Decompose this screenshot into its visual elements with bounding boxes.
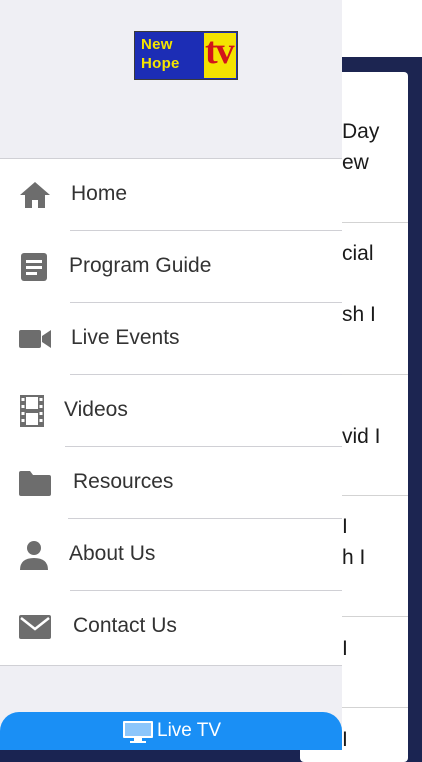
logo-tv-block: tv <box>204 30 236 78</box>
menu-item-label: Contact Us <box>73 614 177 637</box>
menu-item-label: Videos <box>64 398 128 421</box>
list-item-text: I <box>342 637 348 660</box>
side-drawer: New Hope tv Home Program Guide Live Even… <box>0 0 342 750</box>
menu-item-label: Program Guide <box>69 254 212 277</box>
new-hope-tv-logo: New Hope tv <box>134 30 238 80</box>
menu-item-resources[interactable]: Resources <box>0 447 342 519</box>
drawer-menu: Home Program Guide Live Events Videos Re… <box>0 159 342 666</box>
document-icon <box>21 253 47 281</box>
menu-item-label: About Us <box>69 542 156 565</box>
list-item-text: ew <box>342 151 369 174</box>
menu-item-program-guide[interactable]: Program Guide <box>0 231 342 303</box>
menu-item-label: Live Events <box>71 326 180 349</box>
person-icon <box>20 541 48 570</box>
list-item-text: sh I <box>342 303 376 326</box>
menu-item-live-events[interactable]: Live Events <box>0 303 342 375</box>
list-item-text: h I <box>342 546 366 569</box>
live-tv-label: Live TV <box>157 720 222 741</box>
film-icon <box>20 395 44 427</box>
television-icon <box>123 721 153 743</box>
logo-text-new: New <box>141 36 173 53</box>
envelope-icon <box>19 615 51 639</box>
logo-text-tv: tv <box>205 30 235 72</box>
home-icon <box>20 182 50 208</box>
logo-text-hope: Hope <box>141 55 180 72</box>
list-item-text: Day <box>342 120 380 143</box>
list-item-text: I <box>342 515 348 538</box>
menu-item-label: Home <box>71 182 128 205</box>
list-item-text: I <box>342 728 348 751</box>
menu-item-videos[interactable]: Videos <box>0 375 342 447</box>
list-item-text: vid I <box>342 425 381 448</box>
menu-item-label: Resources <box>73 470 174 493</box>
video-camera-icon <box>19 330 51 348</box>
menu-item-contact-us[interactable]: Contact Us <box>0 591 342 663</box>
live-tv-button[interactable]: Live TV <box>0 712 342 750</box>
drawer-header: New Hope tv <box>0 0 342 159</box>
menu-item-about-us[interactable]: About Us <box>0 519 342 591</box>
menu-item-home[interactable]: Home <box>0 159 342 231</box>
folder-icon <box>19 471 51 496</box>
list-item-text: cial <box>342 242 374 265</box>
